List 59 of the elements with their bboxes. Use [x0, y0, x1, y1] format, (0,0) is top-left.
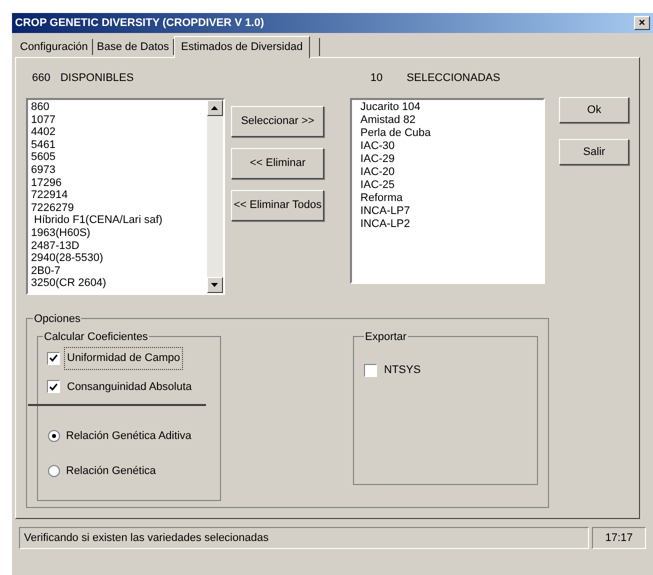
list-item[interactable]: Amistad 82 — [360, 114, 544, 127]
radio-button[interactable] — [48, 464, 60, 477]
checkbox-label: Consanguinidad Absoluta — [66, 380, 193, 394]
down-arrow-icon — [211, 283, 218, 287]
list-item[interactable]: IAC-25 — [360, 179, 544, 192]
dialog-button[interactable]: Salir — [559, 139, 629, 165]
list-item[interactable]: 17296 — [31, 176, 207, 190]
scrollbar[interactable] — [206, 100, 223, 293]
selected-label: SELECCIONADAS — [406, 71, 500, 86]
list-item[interactable]: Jucarito 104 — [360, 101, 544, 114]
status-time: 17:17 — [592, 527, 646, 549]
dialog-button[interactable]: Ok — [559, 97, 629, 123]
list-item[interactable]: 5605 — [31, 151, 207, 164]
list-item[interactable]: 1963(H60S) — [31, 226, 207, 240]
radio-label: Relación Genética Aditiva — [66, 429, 192, 444]
action-button[interactable]: Seleccionar >> — [230, 106, 324, 137]
list-item[interactable]: IAC-29 — [360, 153, 544, 166]
list-item[interactable]: 1077 — [31, 114, 207, 126]
available-count: 660 — [32, 71, 50, 86]
list-item[interactable]: IAC-30 — [360, 140, 544, 153]
list-item[interactable]: 5461 — [31, 138, 207, 152]
up-arrow-icon — [211, 106, 218, 110]
list-item[interactable]: 7226279 — [31, 202, 207, 214]
tab[interactable]: Estimados de Diversidad — [174, 36, 310, 58]
action-button[interactable]: << Eliminar — [230, 148, 324, 179]
radio-label: Relación Genética — [66, 464, 156, 478]
list-item[interactable]: 6973 — [31, 164, 207, 177]
list-item[interactable]: 860 — [31, 101, 207, 114]
list-item[interactable]: 2487-13D — [31, 240, 207, 252]
list-item[interactable]: INCA-LP7 — [360, 205, 544, 218]
close-button[interactable]: × — [634, 16, 650, 30]
list-item[interactable]: 2940(28-5530) — [31, 252, 207, 265]
checkbox-label: Uniformidad de Campo — [64, 347, 184, 370]
group-title: Exportar — [364, 329, 408, 346]
selected-list[interactable]: Jucarito 104 Amistad 82 Perla de Cuba IAC-30 IAC-29 IAC-20 IAC-25 Reforma INCA-LP7 INCA-LP2 — [350, 98, 546, 284]
list-item[interactable]: 722914 — [31, 189, 207, 202]
selected-count: 10 — [370, 71, 383, 86]
window-title: CROP GENETIC DIVERSITY (CROPDIVER V 1.0) — [15, 16, 264, 31]
scroll-up-button[interactable] — [206, 100, 223, 116]
action-button[interactable]: << Eliminar Todos — [230, 190, 324, 221]
list-item[interactable]: Reforma — [360, 192, 544, 205]
radio-button[interactable] — [48, 430, 60, 442]
checkbox[interactable] — [47, 380, 60, 394]
list-item[interactable]: 3250(CR 2604) — [31, 277, 207, 290]
list-item[interactable]: 4402 — [31, 126, 207, 139]
available-label: DISPONIBLES — [60, 71, 134, 86]
list-item[interactable]: Híbrido F1(CENA/Lari saf) — [31, 214, 207, 227]
checkbox-label: NTSYS — [383, 363, 422, 378]
checkbox[interactable] — [364, 364, 377, 377]
checkbox[interactable] — [47, 352, 60, 365]
scroll-down-button[interactable] — [206, 277, 223, 293]
list-item[interactable]: Perla de Cuba — [360, 127, 544, 140]
list-item[interactable]: INCA-LP2 — [360, 218, 544, 231]
list-item[interactable]: IAC-20 — [360, 166, 544, 179]
available-list[interactable]: 860 1077 4402 5461 5605 6973 17296 722914 7226279 Híbrido F1(CENA/Lari saf) 1963(H60S) 2487-13D 2940(28-5530) 2B0-7 3250(CR 2604) — [26, 98, 225, 295]
group-title: Opciones — [33, 311, 82, 328]
list-item[interactable]: 2B0-7 — [31, 264, 207, 278]
status-message: Verificando si existen las variedades selecionadas — [19, 527, 589, 549]
tab[interactable]: Configuración — [16, 39, 93, 55]
